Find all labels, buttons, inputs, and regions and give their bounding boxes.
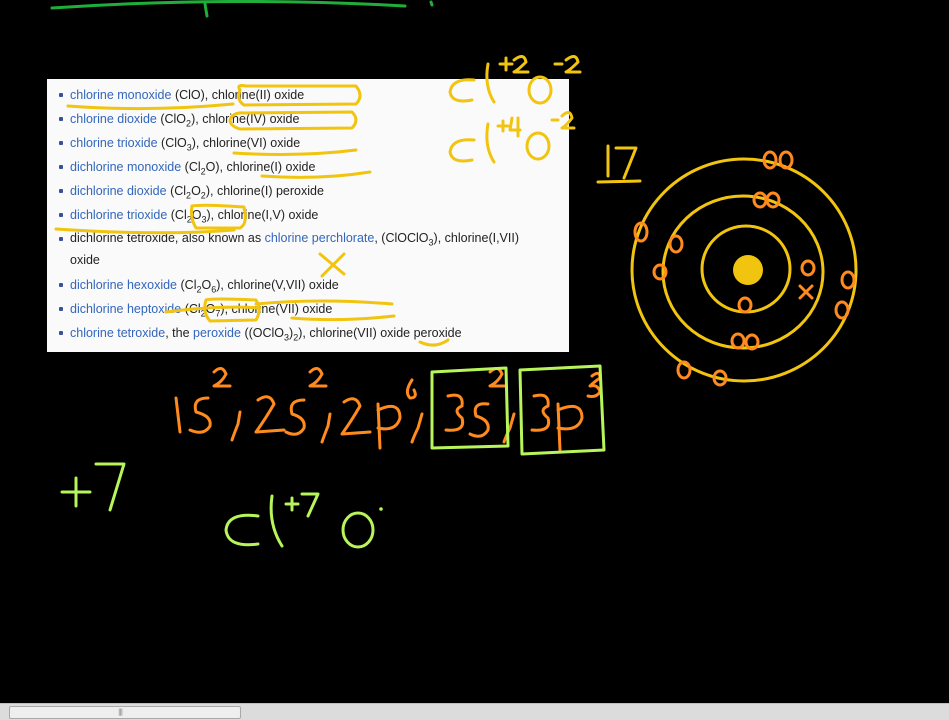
- oxidation-state: [60, 462, 126, 512]
- scrollbar-thumb[interactable]: |||: [9, 706, 241, 719]
- green-top-stroke: [50, 0, 434, 18]
- cross-mark: [318, 252, 346, 278]
- atomic-number: [596, 144, 642, 184]
- ion-pair-cl-plus2: [448, 55, 582, 105]
- bohr-model: [630, 150, 858, 387]
- electron-configuration: [174, 364, 606, 456]
- whiteboard-canvas[interactable]: chlorine monoxide (ClO), chlorine(II) ox…: [0, 0, 949, 720]
- horizontal-scrollbar[interactable]: |||: [0, 703, 949, 720]
- ion-pair-cl-plus7: [224, 492, 383, 549]
- ion-pair-cl-plus4: [448, 111, 576, 164]
- ink-layer: [50, 0, 858, 549]
- grip-icon: |||: [118, 708, 123, 716]
- list-annotations: [54, 84, 450, 347]
